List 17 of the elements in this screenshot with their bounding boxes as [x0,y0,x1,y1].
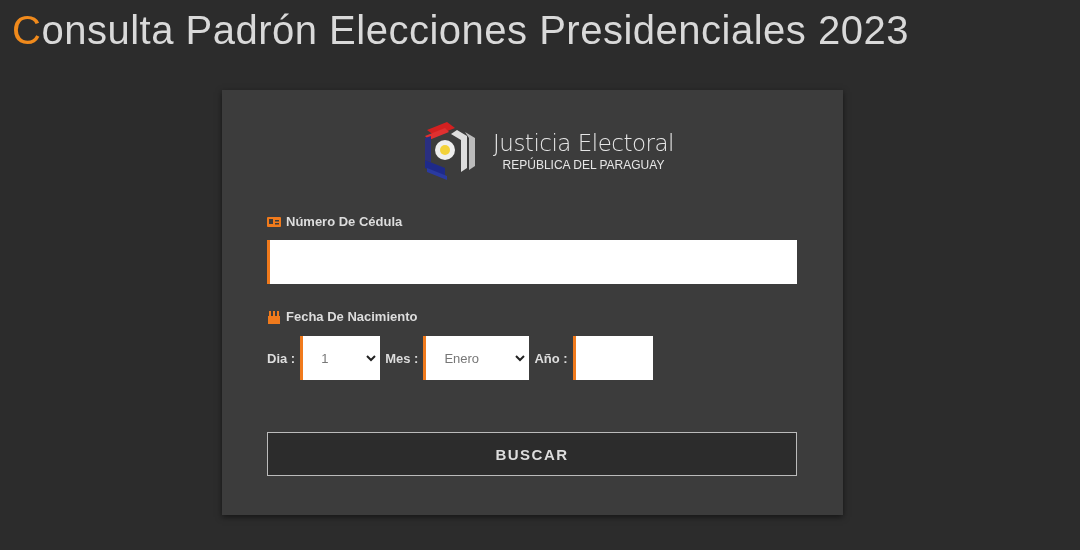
chevron-down-icon [515,354,526,362]
field-label: Número De Cédula [286,214,403,229]
id-card-icon [267,216,281,227]
chevron-down-icon [366,354,377,362]
page-title: Consulta Padrón Elecciones Presidenciales 2023 [12,8,910,53]
cake-icon [267,309,281,324]
year-input[interactable] [572,336,653,380]
search-button[interactable]: BUSCAR [267,432,797,476]
field-label: Dia : [267,350,296,366]
field-label: Fecha De Nacimiento [286,309,418,324]
logo-name: Justicia Electoral [493,130,674,156]
field-label: Año : [534,350,568,366]
dropdown[interactable]: 1 [300,336,381,380]
logo-subtitle: REPÚBLICA DEL PARAGUAY [502,158,665,172]
field-label: Mes : [385,350,419,366]
dropdown[interactable]: Enero [423,336,530,380]
cedula-input[interactable] [267,240,797,284]
